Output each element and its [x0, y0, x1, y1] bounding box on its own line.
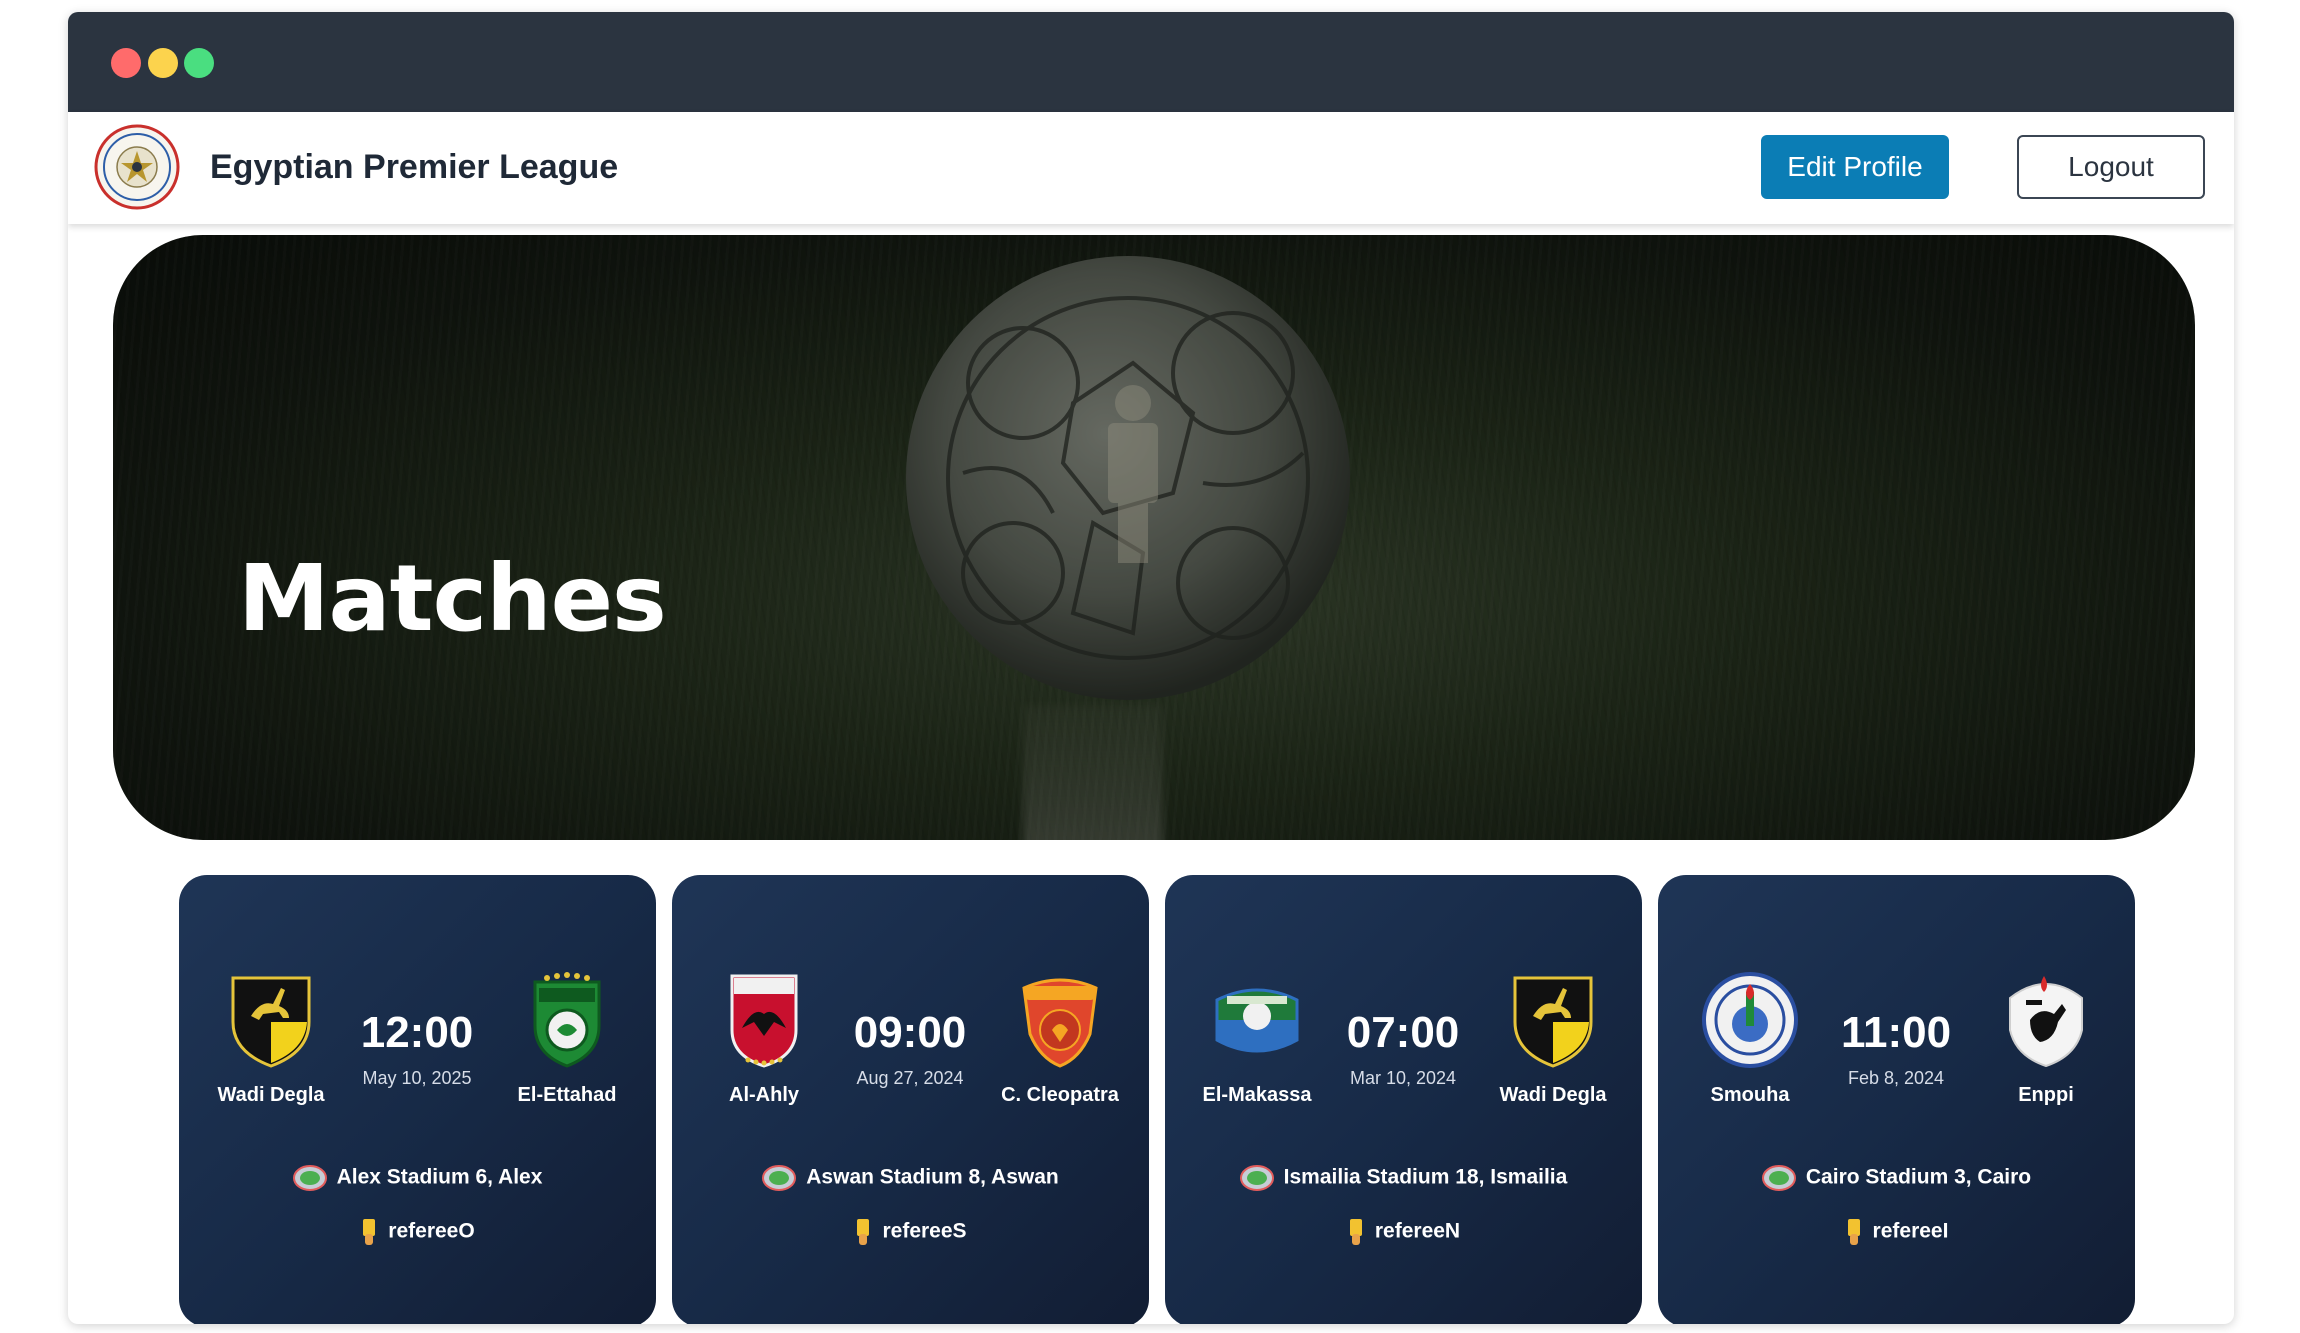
match-date: Mar 10, 2024	[1349, 1068, 1457, 1088]
match-time: 07:00	[1346, 1008, 1460, 1057]
match-card[interactable]: Smouha 11:00 Feb 8, 2024 Enppi Cairo Sta	[1658, 875, 2135, 1324]
brand-title[interactable]: Egyptian Premier League	[210, 148, 618, 187]
minimize-window-button[interactable]	[148, 48, 178, 78]
match-time: 12:00	[360, 1008, 474, 1057]
referee-card-icon	[857, 1219, 870, 1245]
top-navbar: Egyptian Premier League Edit Profile Log…	[68, 112, 2234, 224]
away-team: C. Cleopatra	[990, 970, 1130, 1107]
match-card[interactable]: Al-Ahly 09:00 Aug 27, 2024 C. Cleopatra	[672, 875, 1149, 1324]
referee-name: refereeI	[1872, 1219, 1949, 1243]
wadi-degla-crest-icon	[231, 976, 311, 1068]
referee-name: refereeS	[882, 1219, 967, 1243]
match-referee: refereeS	[672, 1218, 1149, 1246]
match-card[interactable]: El-Makassa 07:00 Mar 10, 2024 Wadi Degla	[1165, 875, 1642, 1324]
match-venue: Ismailia Stadium 18, Ismailia	[1165, 1165, 1642, 1191]
wadi-degla-crest-icon	[1513, 976, 1593, 1068]
away-team: Enppi	[1976, 970, 2116, 1107]
match-time: 11:00	[1840, 1008, 1952, 1057]
venue-name: Aswan Stadium 8, Aswan	[806, 1165, 1059, 1189]
match-date: May 10, 2025	[362, 1068, 472, 1088]
referee-card-icon	[363, 1219, 376, 1245]
match-card[interactable]: Wadi Degla 12:00 May 10, 2025 El-Ettahad	[179, 875, 656, 1324]
cleopatra-crest-icon	[1022, 978, 1098, 1068]
match-date: Feb 8, 2024	[1847, 1068, 1945, 1088]
window-titlebar	[68, 12, 2234, 112]
match-referee: refereeI	[1658, 1218, 2135, 1246]
al-ahly-crest-icon	[730, 974, 798, 1068]
match-venue: Aswan Stadium 8, Aswan	[672, 1165, 1149, 1191]
close-window-button[interactable]	[111, 48, 141, 78]
logout-button[interactable]: Logout	[2017, 135, 2205, 199]
away-team: Wadi Degla	[1483, 970, 1623, 1107]
referee-name: refereeN	[1374, 1219, 1461, 1243]
hero-banner: Matches	[113, 235, 2195, 840]
match-referee: refereeO	[179, 1218, 656, 1246]
match-time: 09:00	[853, 1008, 967, 1057]
venue-name: Alex Stadium 6, Alex	[336, 1165, 543, 1189]
league-logo-icon[interactable]	[94, 124, 180, 210]
stadium-icon	[762, 1165, 797, 1191]
away-team-name: Enppi	[2018, 1084, 2074, 1106]
smouha-crest-icon	[1702, 972, 1798, 1068]
el-makassa-crest-icon	[1215, 988, 1299, 1053]
match-venue: Cairo Stadium 3, Cairo	[1658, 1165, 2135, 1191]
matches-list: Wadi Degla 12:00 May 10, 2025 El-Ettahad	[179, 875, 2135, 1324]
page-title: Matches	[238, 545, 667, 652]
match-venue: Alex Stadium 6, Alex	[179, 1165, 656, 1191]
referee-card-icon	[1349, 1219, 1362, 1245]
referee-card-icon	[1847, 1219, 1860, 1245]
stadium-icon	[1239, 1165, 1274, 1191]
match-date: Aug 27, 2024	[856, 1068, 964, 1088]
away-team-name: Wadi Degla	[1499, 1084, 1607, 1106]
el-ettahad-crest-icon	[533, 972, 601, 1068]
match-referee: refereeN	[1165, 1218, 1642, 1246]
away-team-name: C. Cleopatra	[1001, 1084, 1119, 1106]
referee-name: refereeO	[388, 1219, 475, 1243]
maximize-window-button[interactable]	[184, 48, 214, 78]
browser-window: Egyptian Premier League Edit Profile Log…	[68, 12, 2234, 1324]
hero-overlay	[113, 235, 2195, 840]
away-team: El-Ettahad	[497, 970, 637, 1107]
venue-name: Ismailia Stadium 18, Ismailia	[1283, 1165, 1568, 1189]
edit-profile-button[interactable]: Edit Profile	[1761, 135, 1949, 199]
stadium-icon	[1761, 1165, 1796, 1191]
venue-name: Cairo Stadium 3, Cairo	[1805, 1165, 2032, 1189]
enppi-crest-icon	[2009, 976, 2083, 1068]
stadium-icon	[292, 1165, 327, 1191]
away-team-name: El-Ettahad	[517, 1084, 617, 1106]
